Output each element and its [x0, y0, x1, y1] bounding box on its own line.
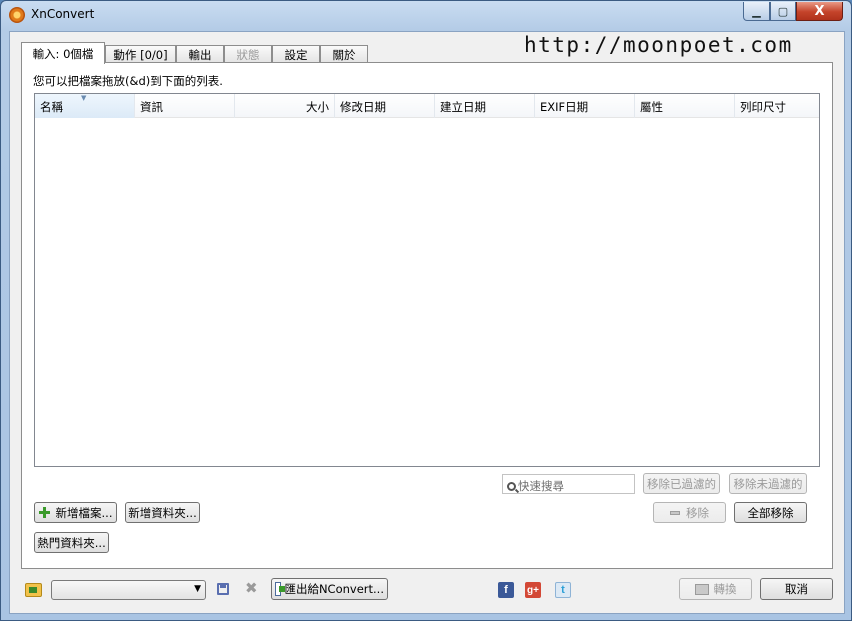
hot-folder-button[interactable]: 熱門資料夾... [34, 532, 109, 553]
close-button[interactable]: X [796, 2, 843, 21]
sort-arrow-icon: ▼ [81, 94, 87, 102]
cancel-button[interactable]: 取消 [760, 578, 833, 600]
maximize-button[interactable]: ▢ [770, 2, 796, 21]
close-icon: X [814, 3, 825, 19]
file-list[interactable]: ▼ 名稱 資訊 大小 修改日期 建立日期 EXIF日期 屬性 列印尺寸 [34, 93, 820, 467]
add-folder-button[interactable]: 新增資料夾... [125, 502, 200, 523]
column-info[interactable]: 資訊 [135, 94, 235, 118]
google-plus-icon[interactable]: g+ [525, 582, 541, 598]
facebook-icon[interactable]: f [498, 582, 514, 598]
add-files-label: 新增檔案... [55, 505, 113, 520]
bottom-toolbar: ▼ ✖ 匯出給NConvert... f g+ t 轉換 取消 [10, 572, 844, 614]
remove-filtered-button[interactable]: 移除已過濾的 [643, 473, 720, 494]
remove-unfiltered-button[interactable]: 移除未過濾的 [729, 473, 807, 494]
convert-label: 轉換 [713, 582, 737, 596]
tab-about[interactable]: 關於 [320, 45, 368, 63]
watermark-text: http://moonpoet.com [524, 33, 793, 57]
drag-drop-hint: 您可以把檔案拖放(&d)到下面的列表. [33, 74, 223, 88]
folder-icon[interactable] [25, 583, 42, 597]
column-modified-date[interactable]: 修改日期 [335, 94, 435, 118]
preset-dropdown[interactable]: ▼ [51, 580, 206, 600]
window-title: XnConvert [31, 7, 95, 21]
app-window: XnConvert ▁ ▢ X 輸入: 0個檔 動作 [0/0] 輸出 狀態 設… [0, 0, 852, 621]
minimize-button[interactable]: ▁ [743, 2, 770, 21]
list-header: ▼ 名稱 資訊 大小 修改日期 建立日期 EXIF日期 屬性 列印尺寸 [35, 94, 819, 118]
export-icon [275, 582, 286, 596]
title-bar[interactable]: XnConvert ▁ ▢ X [1, 1, 851, 29]
twitter-icon[interactable]: t [555, 582, 571, 598]
export-nconvert-label: 匯出給NConvert... [284, 582, 384, 596]
column-attributes[interactable]: 屬性 [635, 94, 735, 118]
convert-button[interactable]: 轉換 [679, 578, 752, 600]
input-panel: 您可以把檔案拖放(&d)到下面的列表. ▼ 名稱 資訊 大小 修改日期 建立日期… [21, 62, 833, 569]
quick-search-input[interactable]: 快速搜尋 [502, 474, 635, 494]
tab-actions[interactable]: 動作 [0/0] [105, 45, 176, 63]
export-nconvert-button[interactable]: 匯出給NConvert... [271, 578, 388, 600]
tab-status: 狀態 [224, 45, 272, 63]
minimize-icon: ▁ [752, 4, 761, 18]
convert-icon [694, 583, 709, 595]
column-size[interactable]: 大小 [235, 94, 335, 118]
add-files-button[interactable]: 新增檔案... [34, 502, 117, 523]
column-created-date[interactable]: 建立日期 [435, 94, 535, 118]
tab-output[interactable]: 輸出 [176, 45, 224, 63]
xnconvert-gear-icon[interactable] [9, 7, 25, 23]
chevron-down-icon: ▼ [194, 584, 201, 594]
column-print-size[interactable]: 列印尺寸 [735, 94, 819, 118]
column-exif-date[interactable]: EXIF日期 [535, 94, 635, 118]
minus-icon [670, 510, 680, 515]
search-icon [507, 482, 516, 491]
tab-input[interactable]: 輸入: 0個檔 [21, 42, 105, 64]
remove-label: 移除 [686, 505, 709, 520]
save-icon[interactable] [217, 583, 229, 595]
quick-search-placeholder: 快速搜尋 [518, 479, 564, 493]
delete-icon[interactable]: ✖ [245, 579, 258, 597]
column-name[interactable]: ▼ 名稱 [35, 94, 135, 118]
tab-settings[interactable]: 設定 [272, 45, 320, 63]
remove-button[interactable]: 移除 [653, 502, 726, 523]
remove-all-button[interactable]: 全部移除 [734, 502, 807, 523]
column-name-label: 名稱 [40, 100, 63, 114]
client-area: 輸入: 0個檔 動作 [0/0] 輸出 狀態 設定 關於 http://moon… [9, 31, 845, 614]
maximize-icon: ▢ [777, 4, 789, 18]
plus-icon [38, 507, 50, 518]
